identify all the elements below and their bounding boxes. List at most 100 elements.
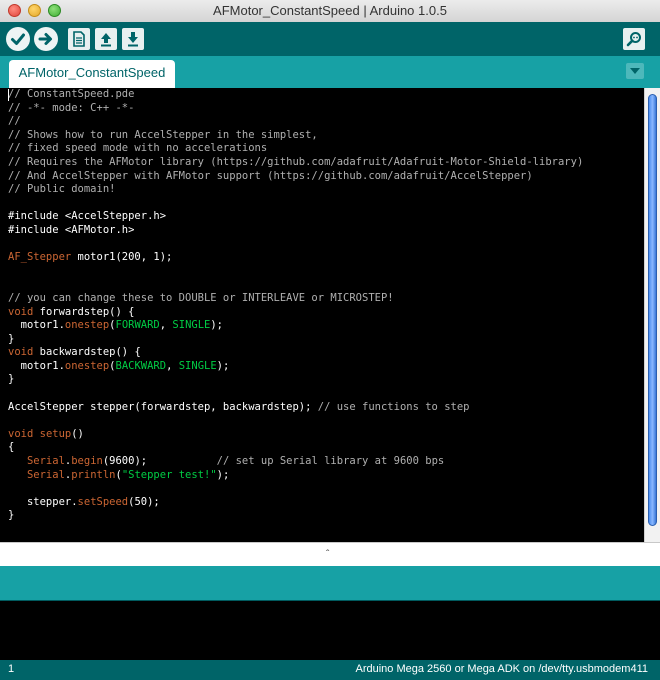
code-token: (9600); bbox=[102, 455, 217, 468]
code-line: // And AccelStepper with AFMotor support… bbox=[8, 170, 583, 184]
toolbar bbox=[0, 22, 660, 56]
code-token: () bbox=[71, 427, 84, 440]
code-line: } bbox=[8, 509, 583, 523]
upload-button[interactable] bbox=[34, 27, 58, 51]
code-line: void forwardstep() { bbox=[8, 306, 583, 320]
code-token: // use functions to step bbox=[317, 400, 470, 413]
code-line: // bbox=[8, 115, 583, 129]
code-line: // ConstantSpeed.pde bbox=[8, 88, 583, 102]
message-area bbox=[0, 566, 660, 600]
code-token: // bbox=[8, 115, 21, 128]
tab-bar: AFMotor_ConstantSpeed bbox=[0, 56, 660, 88]
code-token: SINGLE bbox=[178, 359, 217, 372]
code-line: } bbox=[8, 373, 583, 387]
code-token: #include <AFMotor.h> bbox=[8, 223, 135, 236]
code-line: // Shows how to run AccelStepper in the … bbox=[8, 129, 583, 143]
code-line: // Requires the AFMotor library (https:/… bbox=[8, 156, 583, 170]
code-token: onestep bbox=[64, 319, 110, 332]
code-token: AccelStepper stepper(forwardstep, backwa… bbox=[8, 400, 318, 413]
code-token: { bbox=[8, 441, 15, 454]
code-token: setup bbox=[39, 427, 72, 440]
text-cursor bbox=[8, 89, 9, 101]
code-token: forwardstep() { bbox=[33, 305, 135, 318]
magnifier-icon bbox=[626, 32, 641, 47]
code-line: // fixed speed mode with no acceleration… bbox=[8, 142, 583, 156]
tab-sketch[interactable]: AFMotor_ConstantSpeed bbox=[9, 60, 175, 88]
code-token: , bbox=[166, 359, 179, 372]
code-token: motor1. bbox=[8, 319, 65, 332]
code-editor[interactable]: // ConstantSpeed.pde // -*- mode: C++ -*-… bbox=[0, 88, 644, 542]
code-line: stepper.setSpeed(50); bbox=[8, 496, 583, 510]
arduino-ide-window: AFMotor_ConstantSpeed | Arduino 1.0.5 AF… bbox=[0, 0, 660, 680]
scrollbar-thumb[interactable] bbox=[648, 94, 657, 526]
code-token: #include <AccelStepper.h> bbox=[8, 210, 167, 223]
code-line: Serial.println("Stepper test!"); bbox=[8, 469, 583, 483]
code-line: #include <AFMotor.h> bbox=[8, 224, 583, 238]
code-line: motor1.onestep(BACKWARD, SINGLE); bbox=[8, 360, 583, 374]
code-token: ); bbox=[216, 468, 230, 481]
code-line: // Public domain! bbox=[8, 183, 583, 197]
code-line: AccelStepper stepper(forwardstep, backwa… bbox=[8, 401, 583, 415]
code-token: // ConstantSpeed.pde bbox=[8, 88, 135, 100]
tab-menu-button[interactable] bbox=[626, 63, 644, 79]
status-bar: 1 Arduino Mega 2560 or Mega ADK on /dev/… bbox=[0, 660, 660, 680]
code-token: begin bbox=[71, 455, 103, 468]
code-token: backwardstep() { bbox=[33, 346, 141, 359]
code-token: ); bbox=[216, 359, 230, 372]
code-token: AF_Stepper bbox=[8, 251, 72, 264]
code-line: void setup() bbox=[8, 428, 583, 442]
verify-button[interactable] bbox=[6, 27, 30, 51]
code-token: // you can change these to DOUBLE or INT… bbox=[8, 291, 394, 304]
code-token: } bbox=[8, 509, 15, 522]
code-line: void backwardstep() { bbox=[8, 346, 583, 360]
board-port-label: Arduino Mega 2560 or Mega ADK on /dev/tt… bbox=[355, 663, 649, 675]
code-text: // ConstantSpeed.pde // -*- mode: C++ -*-… bbox=[8, 88, 583, 523]
code-token: // And AccelStepper with AFMotor support… bbox=[8, 169, 533, 182]
code-token: println bbox=[71, 468, 116, 481]
arrow-down-icon bbox=[128, 32, 138, 47]
code-line: AF_Stepper motor1(200, 1); bbox=[8, 251, 583, 265]
divider-grip-icon: ˆ bbox=[326, 549, 330, 560]
code-token: } bbox=[8, 332, 15, 345]
code-token: onestep bbox=[64, 359, 110, 372]
open-sketch-button[interactable] bbox=[95, 28, 117, 50]
console-output bbox=[0, 600, 660, 660]
code-token: // set up Serial library at 9600 bps bbox=[216, 455, 445, 468]
code-token: // Public domain! bbox=[8, 183, 116, 196]
window-title: AFMotor_ConstantSpeed | Arduino 1.0.5 bbox=[213, 3, 447, 18]
code-token: (50); bbox=[128, 495, 160, 508]
code-token: void bbox=[8, 427, 34, 440]
new-sketch-button[interactable] bbox=[68, 28, 90, 50]
code-token: setSpeed bbox=[77, 495, 129, 508]
code-token: FORWARD bbox=[115, 319, 160, 332]
document-icon bbox=[73, 31, 85, 47]
editor-scrollbar[interactable] bbox=[644, 88, 660, 542]
chevron-down-icon bbox=[630, 68, 640, 74]
code-token: , bbox=[159, 319, 173, 332]
checkmark-icon bbox=[11, 33, 25, 45]
code-line: // -*- mode: C++ -*- bbox=[8, 102, 583, 116]
code-line: { bbox=[8, 441, 583, 455]
arrow-right-icon bbox=[38, 33, 52, 45]
split-divider[interactable]: ˆ bbox=[0, 542, 660, 566]
code-line: } bbox=[8, 333, 583, 347]
code-token: // Requires the AFMotor library (https:/… bbox=[8, 155, 584, 168]
save-sketch-button[interactable] bbox=[122, 28, 144, 50]
code-line: #include <AccelStepper.h> bbox=[8, 210, 583, 224]
code-token: void bbox=[8, 346, 34, 359]
serial-monitor-button[interactable] bbox=[623, 28, 645, 50]
code-token: motor1. bbox=[8, 359, 65, 372]
title-bar: AFMotor_ConstantSpeed | Arduino 1.0.5 bbox=[0, 0, 660, 23]
code-line: motor1.onestep(FORWARD, SINGLE); bbox=[8, 319, 583, 333]
arrow-up-icon bbox=[101, 33, 111, 47]
code-line: // you can change these to DOUBLE or INT… bbox=[8, 292, 583, 306]
code-token: // fixed speed mode with no acceleration… bbox=[8, 142, 268, 155]
